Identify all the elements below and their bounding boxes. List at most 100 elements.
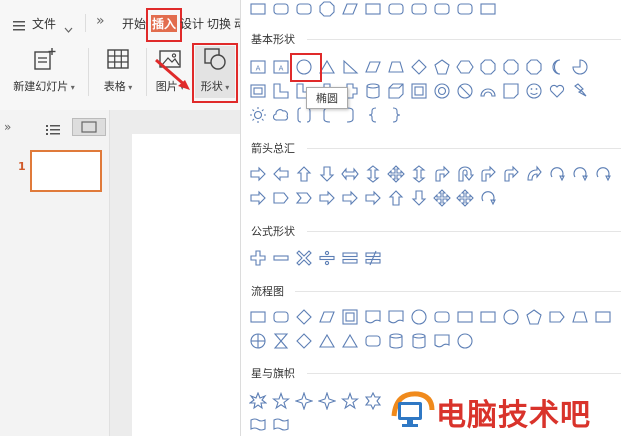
noent-shape-icon[interactable] [456, 82, 474, 100]
moon-shape-icon[interactable] [548, 58, 566, 76]
bent-shape-icon[interactable] [502, 165, 520, 183]
slide-thumbnail[interactable] [30, 150, 102, 192]
chevron-down-icon[interactable] [64, 18, 73, 37]
round-shape-icon[interactable] [387, 0, 405, 18]
dia-shape-icon[interactable] [295, 332, 313, 350]
qa-shape-icon[interactable] [456, 189, 474, 207]
lshape-shape-icon[interactable] [272, 82, 290, 100]
plus-shape-icon[interactable] [249, 249, 267, 267]
round-shape-icon[interactable] [433, 0, 451, 18]
oval-shape-icon[interactable] [456, 332, 474, 350]
rect-shape-icon[interactable] [456, 308, 474, 326]
pent2-shape-icon[interactable] [548, 308, 566, 326]
da-shape-icon[interactable] [410, 189, 428, 207]
round-shape-icon[interactable] [456, 0, 474, 18]
para-shape-icon[interactable] [341, 0, 359, 18]
circa-shape-icon[interactable] [479, 189, 497, 207]
slide-canvas[interactable] [132, 134, 240, 436]
qa-shape-icon[interactable] [387, 165, 405, 183]
pent-shape-icon[interactable] [433, 58, 451, 76]
frame-shape-icon[interactable] [249, 82, 267, 100]
circa-shape-icon[interactable] [594, 165, 612, 183]
round-shape-icon[interactable] [410, 0, 428, 18]
ra-shape-icon[interactable] [249, 165, 267, 183]
oval-shape-icon[interactable] [502, 308, 520, 326]
curv-shape-icon[interactable] [525, 165, 543, 183]
rtri-shape-icon[interactable] [341, 58, 359, 76]
doc-shape-icon[interactable] [364, 308, 382, 326]
tab-design[interactable]: 设计 [180, 15, 204, 32]
star4-shape-icon[interactable] [318, 392, 336, 410]
doc-shape-icon[interactable] [433, 332, 451, 350]
bevel-shape-icon[interactable] [341, 308, 359, 326]
mult-shape-icon[interactable] [295, 249, 313, 267]
bevel-shape-icon[interactable] [410, 82, 428, 100]
la-shape-icon[interactable] [272, 165, 290, 183]
outline-view-icon[interactable] [46, 121, 60, 140]
flag-shape-icon[interactable] [272, 416, 290, 434]
oct-shape-icon[interactable] [502, 58, 520, 76]
pent2-shape-icon[interactable] [272, 189, 290, 207]
dia-shape-icon[interactable] [295, 308, 313, 326]
tab-transition[interactable]: 切换 [207, 15, 231, 32]
table-button[interactable]: 表格 ▾ [96, 46, 140, 94]
ra-shape-icon[interactable] [318, 189, 336, 207]
chev-shape-icon[interactable] [295, 189, 313, 207]
round-shape-icon[interactable] [272, 0, 290, 18]
collapse-pane-icon[interactable]: » [4, 120, 11, 134]
minus-shape-icon[interactable] [272, 249, 290, 267]
trap-shape-icon[interactable] [571, 308, 589, 326]
eq-shape-icon[interactable] [341, 249, 359, 267]
txt-shape-icon[interactable]: A [272, 58, 290, 76]
star5-shape-icon[interactable] [341, 392, 359, 410]
uda-shape-icon[interactable] [410, 165, 428, 183]
cyl-shape-icon[interactable] [410, 332, 428, 350]
cloud-shape-icon[interactable] [272, 106, 290, 124]
slide-view-icon[interactable] [72, 118, 106, 136]
round-shape-icon[interactable] [272, 308, 290, 326]
bent-shape-icon[interactable] [433, 165, 451, 183]
trap-shape-icon[interactable] [387, 58, 405, 76]
ua-shape-icon[interactable] [295, 165, 313, 183]
qa-shape-icon[interactable] [433, 189, 451, 207]
flag-shape-icon[interactable] [249, 416, 267, 434]
doc-shape-icon[interactable] [387, 308, 405, 326]
sumj-shape-icon[interactable] [249, 332, 267, 350]
cyl-shape-icon[interactable] [387, 332, 405, 350]
oval-shape-icon[interactable] [410, 308, 428, 326]
divi-shape-icon[interactable] [318, 249, 336, 267]
ra-shape-icon[interactable] [364, 189, 382, 207]
lc-shape-icon[interactable] [364, 106, 382, 124]
burst-shape-icon[interactable] [249, 392, 267, 410]
new-slide-button[interactable]: 新建幻灯片 ▾ [6, 46, 82, 94]
bolt-shape-icon[interactable] [571, 82, 589, 100]
dia-shape-icon[interactable] [410, 58, 428, 76]
rect-shape-icon[interactable] [249, 308, 267, 326]
oct-shape-icon[interactable] [479, 58, 497, 76]
more-tabs-icon[interactable]: » [96, 13, 105, 29]
round-shape-icon[interactable] [433, 308, 451, 326]
circa-shape-icon[interactable] [571, 165, 589, 183]
rect-shape-icon[interactable] [594, 308, 612, 326]
smile-shape-icon[interactable] [525, 82, 543, 100]
heart-shape-icon[interactable] [548, 82, 566, 100]
rect-shape-icon[interactable] [249, 0, 267, 18]
ra-shape-icon[interactable] [341, 189, 359, 207]
da-shape-icon[interactable] [318, 165, 336, 183]
bent-shape-icon[interactable] [479, 165, 497, 183]
sun-shape-icon[interactable] [249, 106, 267, 124]
rect-shape-icon[interactable] [364, 0, 382, 18]
star5-shape-icon[interactable] [272, 392, 290, 410]
tri-shape-icon[interactable] [318, 332, 336, 350]
round-shape-icon[interactable] [295, 0, 313, 18]
tri-shape-icon[interactable] [341, 332, 359, 350]
txt-shape-icon[interactable]: A [249, 58, 267, 76]
pie-shape-icon[interactable] [571, 58, 589, 76]
hex-shape-icon[interactable] [456, 58, 474, 76]
oct-shape-icon[interactable] [318, 0, 336, 18]
lra-shape-icon[interactable] [341, 165, 359, 183]
tab-home[interactable]: 开始 [122, 15, 146, 32]
ua-shape-icon[interactable] [387, 189, 405, 207]
neq-shape-icon[interactable] [364, 249, 382, 267]
can-shape-icon[interactable] [364, 82, 382, 100]
